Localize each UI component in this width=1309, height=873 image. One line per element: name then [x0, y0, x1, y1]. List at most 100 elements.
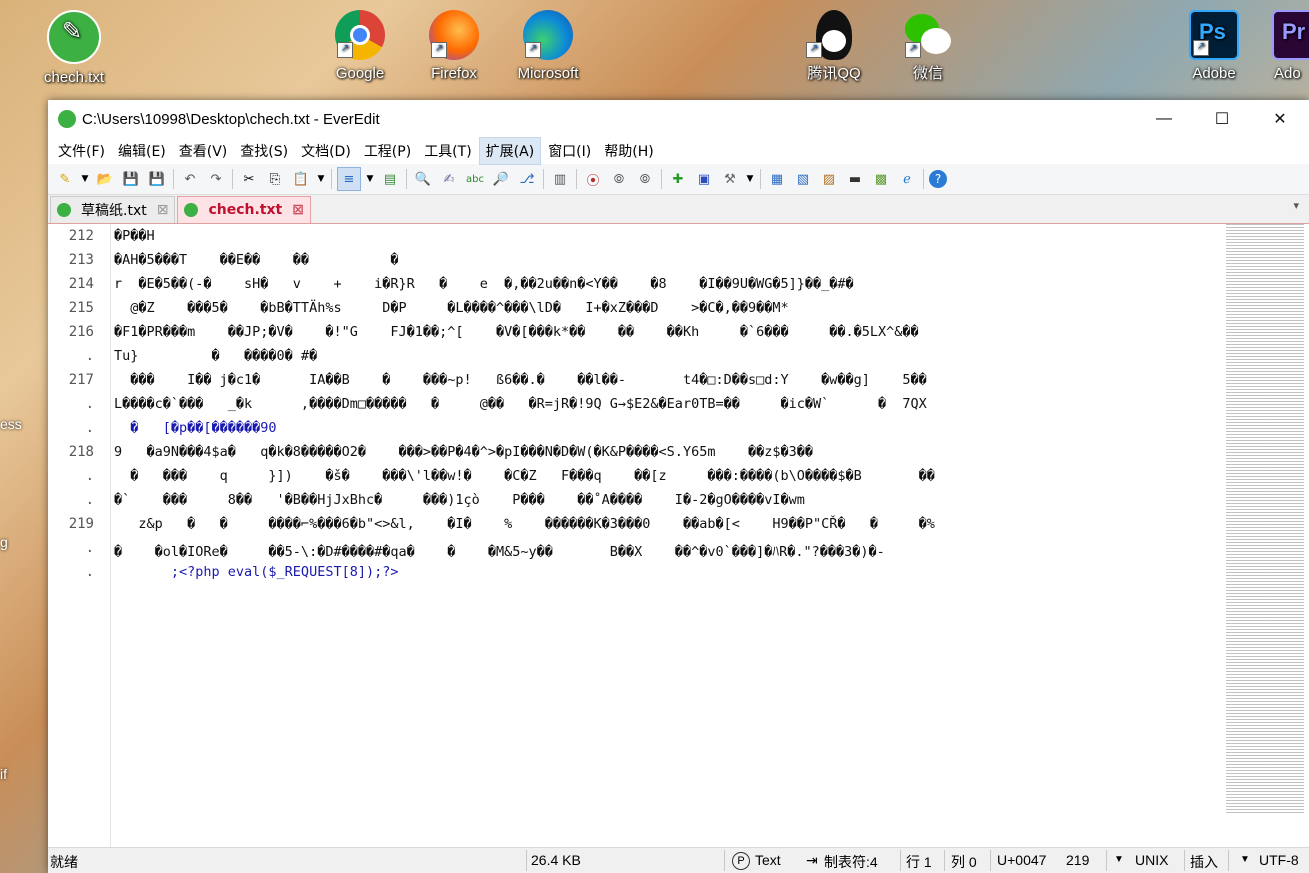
save-icon[interactable]: 💾 — [120, 168, 142, 190]
play-macro-icon[interactable]: ⦾ — [608, 168, 630, 190]
maximize-button[interactable]: ☐ — [1193, 100, 1251, 138]
status-insert-mode[interactable]: 插入 — [1190, 852, 1218, 872]
dropdown-arrow-icon[interactable]: ▼ — [745, 168, 755, 190]
minimap[interactable] — [1226, 224, 1304, 814]
menu-tools[interactable]: 工具(T) — [418, 138, 477, 164]
shortcut-arrow-icon: ↗ — [431, 42, 447, 58]
desktop-icon-edge[interactable]: ↗ Microsoft — [502, 10, 594, 84]
status-separator — [724, 850, 725, 871]
desktop-icon-label: Adobe — [1192, 65, 1236, 82]
menu-document[interactable]: 文档(D) — [295, 138, 357, 164]
desktop-icon-firefox[interactable]: ↗ Firefox — [408, 10, 500, 84]
macro-list-icon[interactable]: ⦾ — [634, 168, 656, 190]
plugin-icon[interactable]: ✚ — [667, 168, 689, 190]
dropdown-arrow-icon[interactable]: ▼ — [365, 168, 375, 190]
edit-icon[interactable]: ✍ — [438, 168, 460, 190]
desktop-icon-wechat[interactable]: ↗ 微信 — [882, 10, 974, 84]
desktop-icon-label: Google — [335, 65, 385, 82]
toolbar-separator — [760, 169, 761, 189]
toolbar-separator — [576, 169, 577, 189]
everedit-app-icon — [58, 110, 76, 128]
menu-extensions[interactable]: 扩展(A) — [478, 137, 542, 165]
open-folder-icon[interactable]: 📂 — [94, 168, 116, 190]
desktop-icon-chrome[interactable]: ↗ Google — [314, 10, 406, 84]
desktop-icon-label: 微信 — [912, 65, 943, 82]
ie-browser-icon[interactable]: ℯ — [896, 168, 918, 190]
window-icon[interactable]: ▣ — [693, 168, 715, 190]
clip-panel-icon[interactable]: ▨ — [818, 168, 840, 190]
dropdown-arrow-icon[interactable]: ▼ — [80, 168, 90, 190]
column-mode-icon[interactable]: ▥ — [549, 168, 571, 190]
line-number: . — [85, 468, 94, 484]
menu-file[interactable]: 文件(F) — [52, 138, 111, 164]
tab-label: 草稿纸.txt — [81, 203, 147, 219]
redo-icon[interactable]: ↷ — [205, 168, 227, 190]
editor-area[interactable]: 212 213 214 215 216 . 217 . . 218 . . 21… — [48, 224, 1309, 848]
word-wrap-icon[interactable]: ≡ — [337, 167, 361, 191]
desktop-icon-label: Ado — [1274, 65, 1301, 82]
spellcheck-icon[interactable]: abc — [464, 168, 486, 190]
tab-list-icon[interactable]: ▾ — [1293, 199, 1299, 212]
network-icon[interactable]: ⎇ — [516, 168, 538, 190]
desktop-icon-chech-txt[interactable]: ✎ chech.txt — [28, 10, 120, 88]
shortcut-arrow-icon: ↗ — [806, 42, 822, 58]
desktop-icon-premiere[interactable]: Pr Ado — [1262, 10, 1309, 84]
line-number: . — [85, 420, 94, 436]
title-bar[interactable]: C:\Users\10998\Desktop\chech.txt - EverE… — [48, 100, 1309, 138]
menu-search[interactable]: 查找(S) — [234, 138, 294, 164]
tab-chech[interactable]: chech.txt ⊠ — [177, 196, 311, 223]
file-panel-icon[interactable]: ▧ — [792, 168, 814, 190]
code-line: � ��� q }]) �š� ���\'l��w!� �C�Z F���q �… — [114, 468, 935, 484]
tab-close-icon[interactable]: ⊠ — [292, 202, 304, 218]
shortcut-arrow-icon: ↗ — [525, 42, 541, 58]
save-all-icon[interactable]: 💾 — [146, 168, 168, 190]
code-line: z&p � � ����⌐%���6�b"<>&l, �I� % ������K… — [114, 516, 935, 532]
tab-close-icon[interactable]: ⊠ — [157, 202, 169, 218]
toolbar-separator — [923, 169, 924, 189]
close-button[interactable]: ✕ — [1251, 100, 1309, 138]
status-separator — [526, 850, 527, 871]
desktop-icon-qq[interactable]: ↗ 腾讯QQ — [788, 10, 880, 84]
code-line: �` ��� 8�� '�B��HjJxBhc� ���)1çò P��� ��… — [114, 492, 805, 508]
record-macro-icon[interactable]: ⦿ — [582, 168, 604, 190]
terminal-icon[interactable]: ▬ — [844, 168, 866, 190]
find-icon[interactable]: 🔍 — [412, 168, 434, 190]
premiere-icon: Pr — [1272, 10, 1309, 60]
desktop-icon-photoshop[interactable]: Ps ↗ Adobe — [1168, 10, 1260, 84]
undo-icon[interactable]: ↶ — [179, 168, 201, 190]
menu-help[interactable]: 帮助(H) — [598, 138, 659, 164]
status-line-ending[interactable]: UNIX — [1135, 852, 1168, 868]
menu-window[interactable]: 窗口(I) — [542, 138, 597, 164]
tab-scratch[interactable]: 草稿纸.txt ⊠ — [50, 196, 176, 223]
dropdown-arrow-icon[interactable]: ▼ — [316, 168, 326, 190]
shortcut-arrow-icon: ↗ — [337, 42, 353, 58]
status-encoding[interactable]: UTF-8 — [1259, 852, 1299, 868]
find-in-files-icon[interactable]: 🔎 — [490, 168, 512, 190]
edge-icon: ↗ — [523, 10, 573, 60]
grid-icon[interactable]: ▩ — [870, 168, 892, 190]
copy-icon[interactable]: ⎘ — [264, 168, 286, 190]
status-codepoint: U+0047 — [997, 852, 1047, 868]
desktop-icon-label: Firefox — [431, 65, 477, 82]
tools-hammer-icon[interactable]: ⚒ — [719, 168, 741, 190]
document-icon[interactable]: ▤ — [379, 168, 401, 190]
status-tab-width[interactable]: 制表符:4 — [824, 852, 878, 872]
code-line: Tu} � ����0� #� — [114, 348, 318, 364]
status-syntax-mode[interactable]: Text — [755, 852, 781, 868]
status-row: 行 1 — [906, 854, 932, 870]
code-text[interactable]: �P��H �AH�5���T ��E�� �� � r �E�5��(-� s… — [114, 224, 1220, 848]
code-line: �P��H — [114, 228, 155, 244]
minimize-button[interactable]: — — [1135, 100, 1193, 138]
menu-project[interactable]: 工程(P) — [358, 138, 417, 164]
outline-panel-icon[interactable]: ▦ — [766, 168, 788, 190]
cut-icon[interactable]: ✂ — [238, 168, 260, 190]
status-separator — [990, 850, 991, 871]
line-number: . — [85, 348, 94, 364]
new-file-icon[interactable]: ✎ — [54, 168, 76, 190]
paste-icon[interactable]: 📋 — [290, 168, 312, 190]
menu-edit[interactable]: 编辑(E) — [112, 138, 172, 164]
menu-view[interactable]: 查看(V) — [173, 138, 234, 164]
help-icon[interactable]: ? — [929, 170, 947, 188]
desktop-label-fragment: if — [0, 766, 7, 782]
photoshop-icon: Ps ↗ — [1189, 10, 1239, 60]
